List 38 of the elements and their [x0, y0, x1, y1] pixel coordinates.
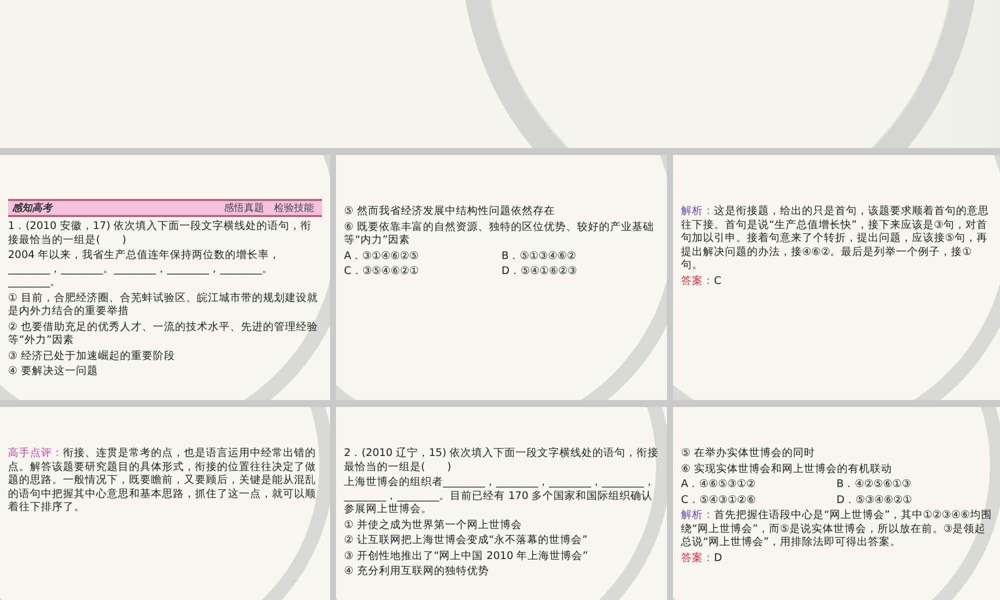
slide-thumbnail[interactable]	[0, 155, 330, 400]
answer-option: D．⑤③④⑥②①	[836, 494, 992, 507]
question-text: ⑤ 然而我省经济发展中结构性问题依然存在	[344, 205, 556, 218]
question-text: ⑥ 实现实体世博会和网上世博会的有机联动	[681, 462, 893, 476]
slide-thumbnail[interactable]	[0, 0, 1000, 148]
answer-text: 答案：D	[681, 552, 724, 565]
slide-thumbnail[interactable]: 解析：这是衔接题，给出的只是首句，该题要求顺着首句的意思往下接。首句是说“生产总值增长快”，接下来应该是③句，对首句加以引申。接着句意来了个转折，提出问题，应该接⑤句，再提出解决问题的办法，接④⑥②。最后是列举一个例子，接①句。 答案：C	[673, 155, 1000, 400]
question-text: ① 目前，合肥经济圈、合芜蚌试验区、皖江城市带的规划建设就是内外力结合的重要举措	[8, 292, 319, 318]
answer-option: C．③⑤④⑥②①	[344, 265, 502, 278]
question-text: ③ 开创性地推出了“网上中国 2010 年上海世博会”	[344, 550, 590, 563]
question-text: ② 让互联网把上海世博会变成“永不落幕的世博会”	[344, 534, 589, 548]
review-comment: 高手点评：衔接、连贯是常考的点，也是语言运用中经常出错的点。解答该题要研究题目的具体形式，衔接的位置往往决定了做题的思路。一般情况下，既要瞻前，又要顾后，关键是能从混乱的语句中把握其中心意思和基本思路，抓住了这一点，就可以顺着往下排序了。	[8, 447, 317, 514]
question-text: ① 并使之成为世界第一个网上世博会	[344, 518, 523, 532]
question-text: ③ 经济已处于加速崛起的重要阶段	[8, 350, 176, 363]
answer-option: D．⑤④①⑥②③	[502, 265, 659, 278]
question-text: ⑤ 在举办实体世博会的同时	[681, 447, 816, 460]
question-text: 1．(2010 安徽，17) 依次填入下面一段文字横线处的语句，衔接最恰当的一组是( )	[8, 220, 313, 247]
question-text: ④ 充分利用互联网的独特优势	[344, 565, 490, 578]
banner-title: 感知高考	[12, 201, 52, 215]
question-text: ④ 要解决这一问题	[8, 365, 99, 378]
answer-option: B．④②⑤⑥①③	[836, 478, 992, 492]
question-text: ⑥ 既要依靠丰富的自然资源、独特的区位优势、较好的产业基础等“内力”因素	[344, 220, 655, 248]
question-text: 2004 年以来，我省生产总值连年保持两位数的增长率，________，________。________，________，________。________。	[8, 249, 282, 290]
analysis-text: 解析：这是衔接题，给出的只是首句，该题要求顺着首句的意思往下接。首句是说“生产总值增长快”，接下来应该是③句，对首句加以引申。接着句意来了个转折，提出问题，应该接⑤句，再提出解决问题的办法，接④⑥②。最后是列举一个例子，接①句。	[681, 205, 990, 272]
answer-option: B．⑤①③④⑥②	[502, 250, 659, 263]
question-text: ② 也要借助充足的优秀人才、一流的技术水平、先进的管理经验等“外力”因素	[8, 320, 319, 348]
slide-thumbnail[interactable]: ⑤ 在举办实体世博会的同时 ⑥ 实现实体世博会和网上世博会的有机联动 A．④⑥⑤③①② B．④②⑤⑥①③ C．⑤④③①②⑥ D．⑤③④⑥②① 解析：首先把握住语段中心是“网上世博会”，其中①②③④⑥均围绕“网上世博会”，而⑤是说实体世博会，所以放在前。③是领起总说“网上世博会”，用排除法即可得出答案。 答案：D	[673, 407, 1000, 600]
answer-option: A．④⑥⑤③①②	[681, 478, 836, 492]
slide-thumbnail[interactable]: 高手点评：衔接、连贯是常考的点，也是语言运用中经常出错的点。解答该题要研究题目的具体形式，衔接的位置往往决定了做题的思路。一般情况下，既要瞻前，又要顾后，关键是能从混乱的语句中把握其中心意思和基本思路，抓住了这一点，就可以顺着往下排序了。	[0, 407, 330, 600]
slide-thumbnail[interactable]	[336, 407, 667, 600]
question-text: 上海世博会的组织者________，________，________，________，________，________。目前已经有 170 多个国家和国际组织确认参展网上世博会。	[344, 476, 656, 516]
banner-subtitle: 感悟真题 检验技能	[224, 202, 314, 215]
answer-option: C．⑤④③①②⑥	[681, 494, 836, 507]
answer-text: 答案：C	[681, 274, 722, 288]
answer-option: A．③①④⑥②⑤	[344, 250, 502, 263]
analysis-text: 解析：首先把握住语段中心是“网上世博会”，其中①②③④⑥均围绕“网上世博会”，而⑤是说实体世博会，所以放在前。③是领起总说“网上世博会”，用排除法即可得出答案。	[681, 509, 992, 550]
question-text: 2．(2010 辽宁，15) 依次填入下面一段文字横线处的语句，衔接最恰当的一组是( )	[344, 447, 659, 474]
slide-thumbnail[interactable]: ⑤ 然而我省经济发展中结构性问题依然存在 ⑥ 既要依靠丰富的自然资源、独特的区位优势、较好的产业基础等“内力”因素 A．③①④⑥②⑤ B．⑤①③④⑥② C．③⑤④⑥②① D．⑤④①⑥②③	[336, 155, 667, 400]
